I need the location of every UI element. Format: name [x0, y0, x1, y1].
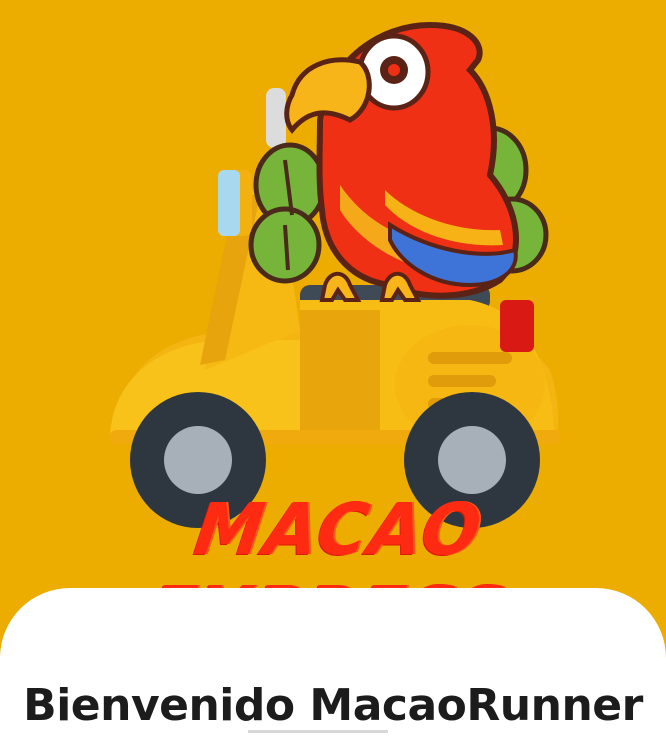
welcome-title: Bienvenido MacaoRunner	[23, 680, 643, 731]
